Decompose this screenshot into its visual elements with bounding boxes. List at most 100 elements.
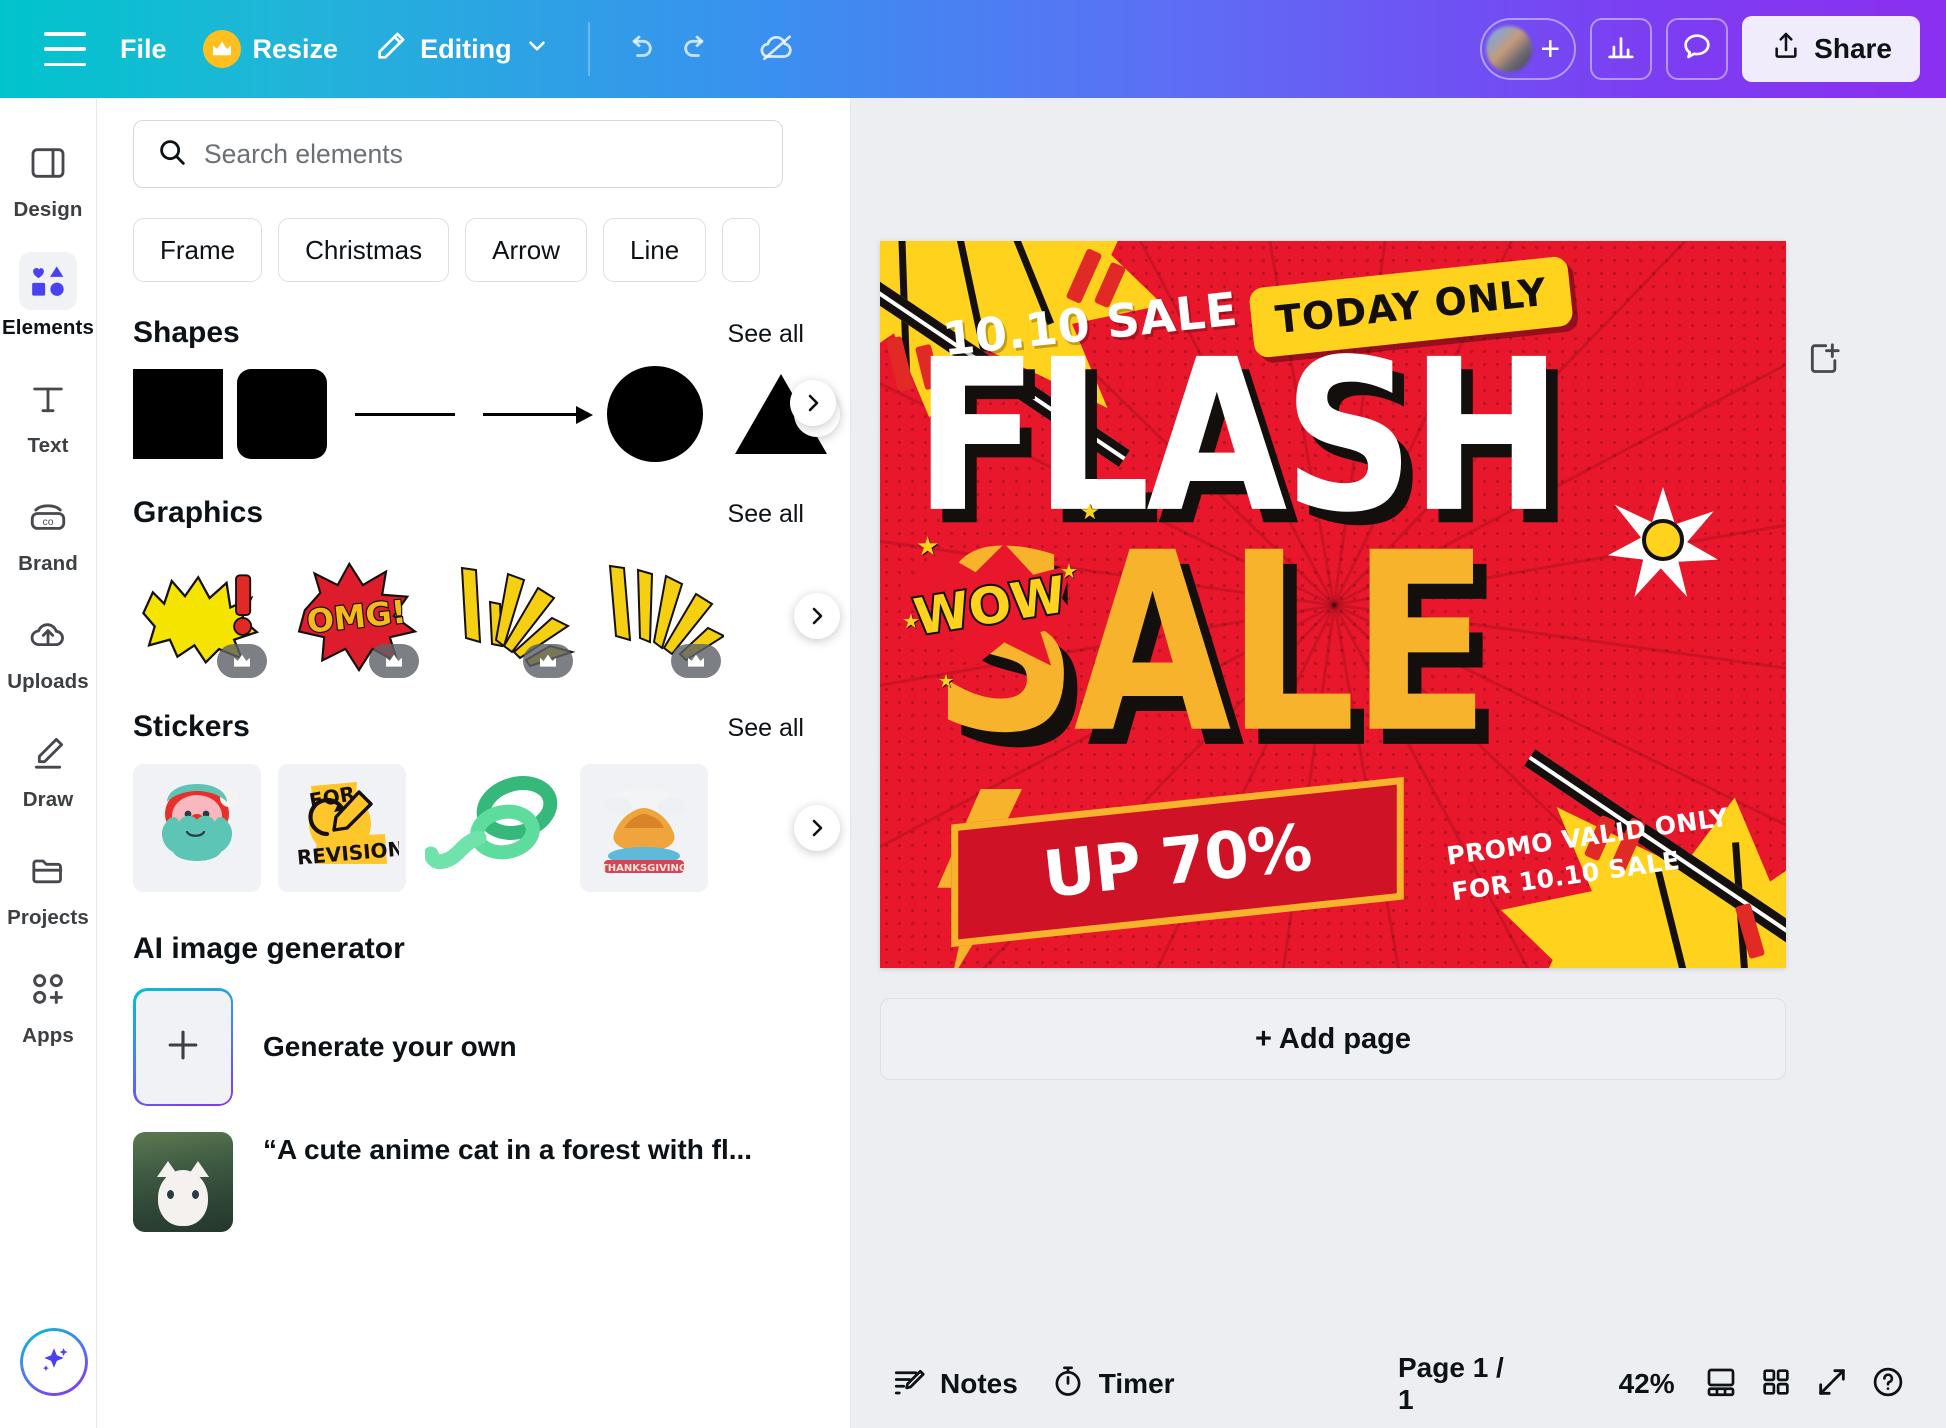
help-button[interactable] — [1860, 1356, 1916, 1412]
generate-your-own-row[interactable]: Generate your own — [97, 988, 850, 1106]
insights-button[interactable] — [1590, 18, 1653, 80]
headline-flash[interactable]: FLASH — [914, 331, 1563, 542]
stickers-section-header: Stickers See all — [97, 710, 850, 744]
resize-label: Resize — [252, 33, 339, 64]
add-page-label: + Add page — [1254, 1022, 1412, 1055]
timer-button[interactable]: Timer — [1034, 1354, 1191, 1414]
redo-button[interactable] — [668, 20, 726, 78]
ai-section-header: AI image generator — [97, 932, 850, 966]
page-view-button[interactable] — [1693, 1356, 1749, 1412]
sticker-for-revision-stamp[interactable]: FOR REVISION — [278, 764, 406, 892]
chip-frame[interactable]: Frame — [133, 218, 263, 282]
star-icon: ★ — [938, 671, 955, 691]
zoom-level[interactable]: 42% — [1601, 1368, 1693, 1400]
file-menu-button[interactable]: File — [102, 20, 185, 78]
redo-icon — [680, 30, 714, 69]
chip-line[interactable]: Line — [603, 218, 707, 282]
chip-arrow[interactable]: Arrow — [465, 218, 588, 282]
crown-icon — [540, 654, 556, 667]
share-label: Share — [1814, 33, 1892, 64]
sticker-green-squiggle-3d[interactable] — [423, 764, 563, 892]
cloud-sync-button[interactable] — [748, 20, 806, 78]
notes-button[interactable]: Notes — [875, 1354, 1034, 1414]
magic-ring — [20, 1328, 88, 1396]
stickers-title: Stickers — [133, 710, 250, 743]
graphics-next-button[interactable] — [794, 593, 840, 639]
stickers-see-all[interactable]: See all — [728, 714, 804, 743]
editing-mode-button[interactable]: Editing — [356, 20, 567, 78]
sidebar-item-projects[interactable]: Projects — [2, 832, 95, 936]
discount-text: UP 70% — [1040, 811, 1315, 913]
cloud-sync-icon — [758, 28, 796, 71]
canvas-stage: 10.10 SALE TODAY ONLY FLASH SALE WOW ★ ★… — [851, 98, 1946, 1428]
collaborators-group[interactable]: + — [1480, 18, 1577, 80]
undo-icon — [622, 30, 656, 69]
shape-rounded-square[interactable] — [237, 369, 327, 459]
sidebar-item-text[interactable]: Text — [2, 360, 95, 464]
sidebar-label-text: Text — [27, 434, 69, 457]
comments-button[interactable] — [1666, 18, 1729, 80]
sidebar-item-uploads[interactable]: Uploads — [2, 596, 95, 700]
sidebar-item-brand[interactable]: co Brand — [2, 478, 95, 582]
graphic-yellow-speed-lines[interactable] — [445, 552, 577, 680]
sidebar-item-design[interactable]: Design — [2, 124, 95, 228]
graphics-see-all[interactable]: See all — [728, 500, 804, 529]
chip-label: Christmas — [305, 234, 423, 265]
text-t-icon — [19, 370, 77, 428]
cat-illustration — [157, 1161, 209, 1226]
shapes-see-all[interactable]: See all — [728, 320, 804, 349]
add-page-icon[interactable] — [1801, 336, 1847, 382]
graphic-yellow-rays-fan[interactable] — [599, 552, 725, 680]
shape-arrow[interactable] — [483, 404, 593, 424]
chip-label: Frame — [160, 234, 236, 265]
fullscreen-button[interactable] — [1804, 1356, 1860, 1412]
design-page[interactable]: 10.10 SALE TODAY ONLY FLASH SALE WOW ★ ★… — [880, 241, 1786, 968]
chevron-down-icon — [524, 33, 550, 66]
shape-line[interactable] — [355, 412, 455, 416]
graphics-row: OMG! — [97, 552, 850, 680]
main-menu-button[interactable] — [28, 18, 102, 80]
resize-button[interactable]: Resize — [185, 20, 357, 78]
shape-circle[interactable] — [607, 366, 703, 462]
sidebar-item-elements[interactable]: Elements — [2, 242, 95, 346]
sidebar-item-apps[interactable]: Apps — [2, 950, 95, 1054]
page-view-icon — [1703, 1364, 1739, 1405]
sidebar-label-elements: Elements — [2, 316, 94, 339]
crown-icon — [202, 30, 241, 68]
ai-prompt-thumbnail — [133, 1132, 233, 1232]
add-page-button[interactable]: + Add page — [880, 998, 1786, 1080]
cloud-up-icon — [19, 606, 77, 664]
shape-square[interactable] — [133, 369, 223, 459]
file-menu-label: File — [120, 33, 167, 64]
sticker-santa-face[interactable] — [133, 764, 261, 892]
thumbnails-button[interactable] — [1748, 1356, 1804, 1412]
ai-prompt-suggestion[interactable]: “A cute anime cat in a forest with fl... — [97, 1132, 850, 1232]
chevron-right-icon — [808, 394, 819, 412]
grid-thumbnails-icon — [1759, 1365, 1793, 1404]
generate-tile[interactable] — [133, 988, 233, 1106]
star-yellow-dot — [1642, 519, 1684, 561]
chip-christmas[interactable]: Christmas — [278, 218, 450, 282]
sticker-thanksgiving-turkey[interactable]: THANKSGIVING — [580, 764, 708, 892]
pencil-icon — [19, 724, 77, 782]
search-input[interactable]: Search elements — [133, 120, 783, 188]
layout-icon — [19, 134, 77, 192]
brand-co-icon: co — [19, 488, 77, 546]
crown-icon — [234, 654, 250, 667]
graphic-omg-comic-burst[interactable]: OMG! — [293, 552, 423, 680]
chips-next-button[interactable] — [790, 380, 836, 426]
stopwatch-icon — [1050, 1363, 1086, 1406]
comment-bubble-icon — [1680, 30, 1714, 69]
undo-button[interactable] — [610, 20, 668, 78]
page-indicator: Page 1 / 1 — [1397, 1352, 1504, 1415]
magic-studio-button[interactable] — [20, 1328, 88, 1396]
notes-label: Notes — [940, 1368, 1018, 1399]
apps-grid-icon — [19, 960, 77, 1018]
svg-text:co: co — [42, 516, 53, 528]
sidebar-item-draw[interactable]: Draw — [2, 714, 95, 818]
chip-overflow[interactable] — [722, 218, 761, 282]
hamburger-icon — [44, 32, 86, 66]
stickers-next-button[interactable] — [794, 805, 840, 851]
share-button[interactable]: Share — [1742, 16, 1920, 82]
graphic-yellow-burst-exclamation[interactable] — [133, 552, 271, 680]
